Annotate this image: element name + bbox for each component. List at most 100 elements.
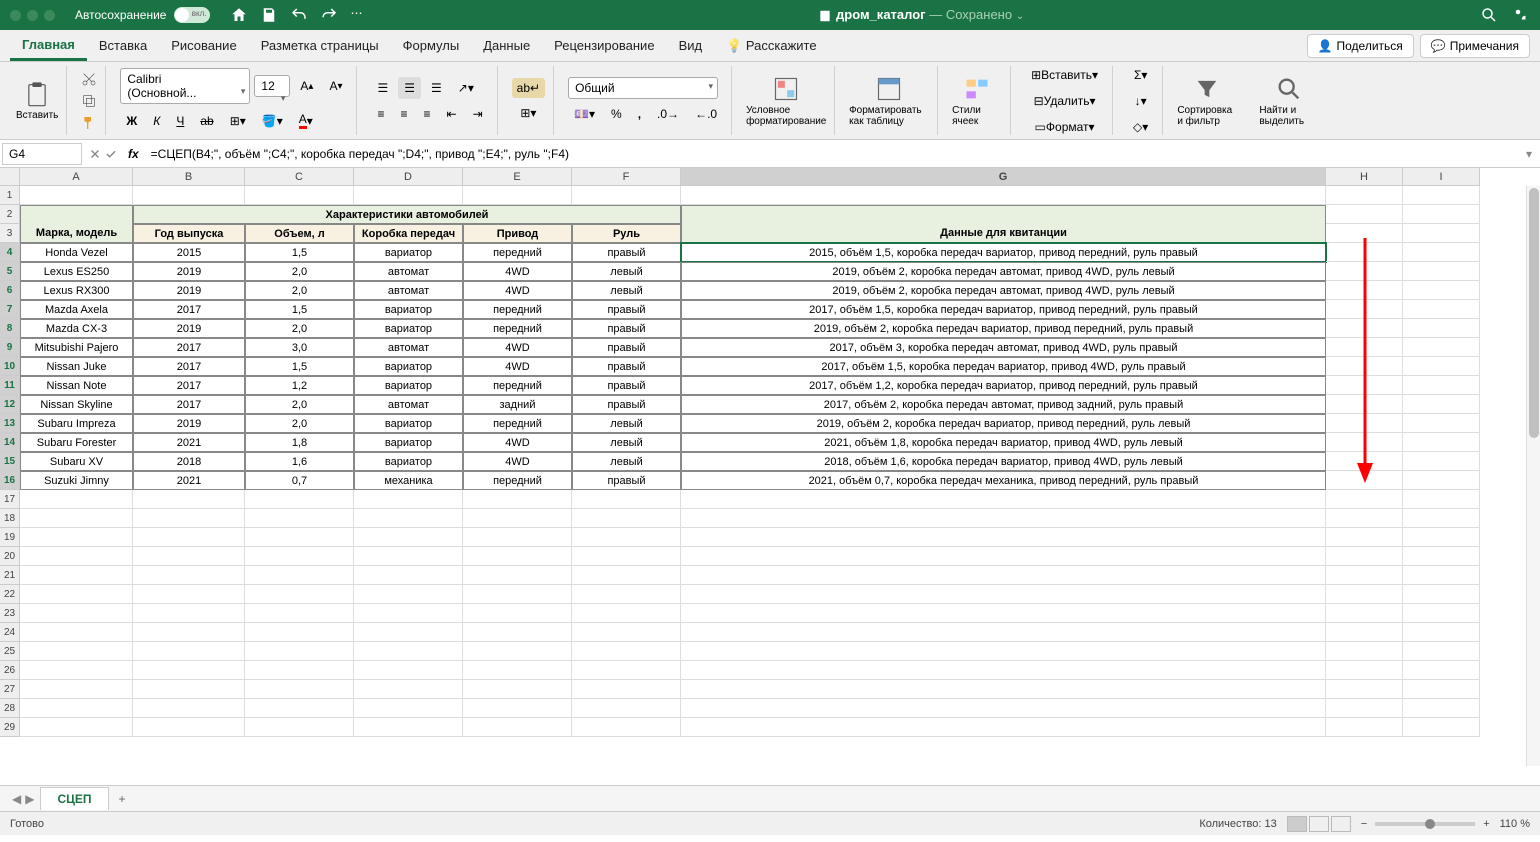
orientation-icon[interactable]: ↗▾ — [452, 77, 480, 99]
cell[interactable] — [1403, 604, 1480, 623]
tab-insert[interactable]: Вставка — [87, 32, 159, 59]
cell[interactable]: 2019 — [133, 262, 245, 281]
cell[interactable] — [354, 186, 463, 205]
cell[interactable]: передний — [463, 471, 572, 490]
border-button[interactable]: ⊞▾ — [224, 110, 252, 132]
tab-layout[interactable]: Разметка страницы — [249, 32, 391, 59]
tab-view[interactable]: Вид — [667, 32, 715, 59]
cell[interactable]: 2021, объём 0,7, коробка передач механик… — [681, 471, 1326, 490]
cell[interactable]: 0,7 — [245, 471, 354, 490]
cell[interactable]: 4WD — [463, 452, 572, 471]
cell[interactable] — [20, 604, 133, 623]
delete-cells-button[interactable]: ⊟ Удалить ▾ — [1025, 90, 1104, 112]
cell[interactable]: 2018 — [133, 452, 245, 471]
cell[interactable] — [354, 509, 463, 528]
cell[interactable] — [133, 528, 245, 547]
cell[interactable]: Марка, модель — [20, 224, 133, 243]
cell[interactable] — [245, 699, 354, 718]
cell[interactable]: Mazda Axela — [20, 300, 133, 319]
cell[interactable] — [1403, 186, 1480, 205]
cell[interactable] — [1326, 547, 1403, 566]
cell[interactable] — [463, 585, 572, 604]
cell[interactable]: 4WD — [463, 262, 572, 281]
cell[interactable] — [572, 699, 681, 718]
cell[interactable]: левый — [572, 433, 681, 452]
cell[interactable] — [1326, 205, 1403, 224]
cell[interactable] — [133, 642, 245, 661]
cell[interactable] — [463, 509, 572, 528]
cell[interactable] — [245, 642, 354, 661]
cell[interactable]: правый — [572, 471, 681, 490]
cell[interactable] — [1326, 661, 1403, 680]
cell[interactable]: Lexus RX300 — [20, 281, 133, 300]
merge-button[interactable]: ⊞▾ — [512, 102, 545, 124]
more-icon[interactable]: ⋯ — [350, 6, 362, 24]
cell[interactable]: 2018, объём 1,6, коробка передач вариато… — [681, 452, 1326, 471]
cell[interactable] — [463, 566, 572, 585]
tab-review[interactable]: Рецензирование — [542, 32, 666, 59]
cell[interactable] — [572, 718, 681, 737]
cell[interactable] — [1326, 623, 1403, 642]
cell[interactable] — [133, 547, 245, 566]
fill-icon[interactable]: ↓▾ — [1127, 90, 1154, 112]
bold-button[interactable]: Ж — [120, 110, 143, 132]
cell[interactable] — [245, 186, 354, 205]
cell[interactable]: Lexus ES250 — [20, 262, 133, 281]
cell[interactable] — [463, 528, 572, 547]
cell[interactable] — [1403, 452, 1480, 471]
cell[interactable]: 2015, объём 1,5, коробка передач вариато… — [681, 243, 1326, 262]
cell[interactable]: левый — [572, 452, 681, 471]
cell[interactable]: 4WD — [463, 357, 572, 376]
cell[interactable]: Subaru Impreza — [20, 414, 133, 433]
cell[interactable] — [245, 623, 354, 642]
cell[interactable]: 1,8 — [245, 433, 354, 452]
cell[interactable] — [1326, 528, 1403, 547]
cell[interactable]: левый — [572, 414, 681, 433]
paste-button[interactable]: Вставить — [16, 80, 58, 121]
decrease-font-icon[interactable]: A▾ — [323, 75, 348, 97]
cell[interactable]: задний — [463, 395, 572, 414]
cell[interactable] — [1403, 642, 1480, 661]
conditional-fmt-button[interactable]: Условное форматирование — [746, 75, 826, 127]
cell[interactable] — [245, 509, 354, 528]
indent-dec-icon[interactable]: ⇤ — [441, 103, 463, 125]
cell[interactable] — [1326, 604, 1403, 623]
cell[interactable] — [354, 585, 463, 604]
cell[interactable] — [354, 680, 463, 699]
cell[interactable] — [20, 680, 133, 699]
cell[interactable] — [1403, 414, 1480, 433]
cell[interactable] — [463, 623, 572, 642]
cell[interactable] — [245, 718, 354, 737]
cell[interactable]: Коробка передач — [354, 224, 463, 243]
cell[interactable]: 4WD — [463, 338, 572, 357]
cell[interactable] — [1403, 376, 1480, 395]
cell[interactable] — [245, 547, 354, 566]
cell[interactable]: Год выпуска — [133, 224, 245, 243]
cell[interactable] — [572, 547, 681, 566]
cell[interactable] — [572, 566, 681, 585]
cell[interactable]: левый — [572, 281, 681, 300]
accept-formula-icon[interactable] — [104, 147, 118, 161]
cell[interactable]: передний — [463, 414, 572, 433]
cell[interactable] — [1403, 224, 1480, 243]
cell[interactable] — [133, 186, 245, 205]
expand-formula-icon[interactable]: ▾ — [1518, 147, 1540, 161]
cell[interactable]: 2017, объём 1,2, коробка передач вариато… — [681, 376, 1326, 395]
tab-home[interactable]: Главная — [10, 31, 87, 61]
cell[interactable] — [463, 186, 572, 205]
cell[interactable] — [354, 623, 463, 642]
cell[interactable]: вариатор — [354, 300, 463, 319]
cell[interactable] — [354, 547, 463, 566]
cell[interactable] — [572, 585, 681, 604]
cell[interactable] — [1403, 661, 1480, 680]
zoom-pct[interactable]: 110 % — [1500, 818, 1530, 830]
cell[interactable] — [681, 604, 1326, 623]
cell[interactable] — [133, 490, 245, 509]
fontsize-combo[interactable]: 12 — [254, 75, 290, 97]
cell[interactable] — [463, 547, 572, 566]
cell[interactable] — [354, 604, 463, 623]
cell[interactable] — [133, 718, 245, 737]
cell[interactable]: вариатор — [354, 414, 463, 433]
cell[interactable] — [681, 490, 1326, 509]
currency-icon[interactable]: 💷▾ — [568, 103, 601, 125]
